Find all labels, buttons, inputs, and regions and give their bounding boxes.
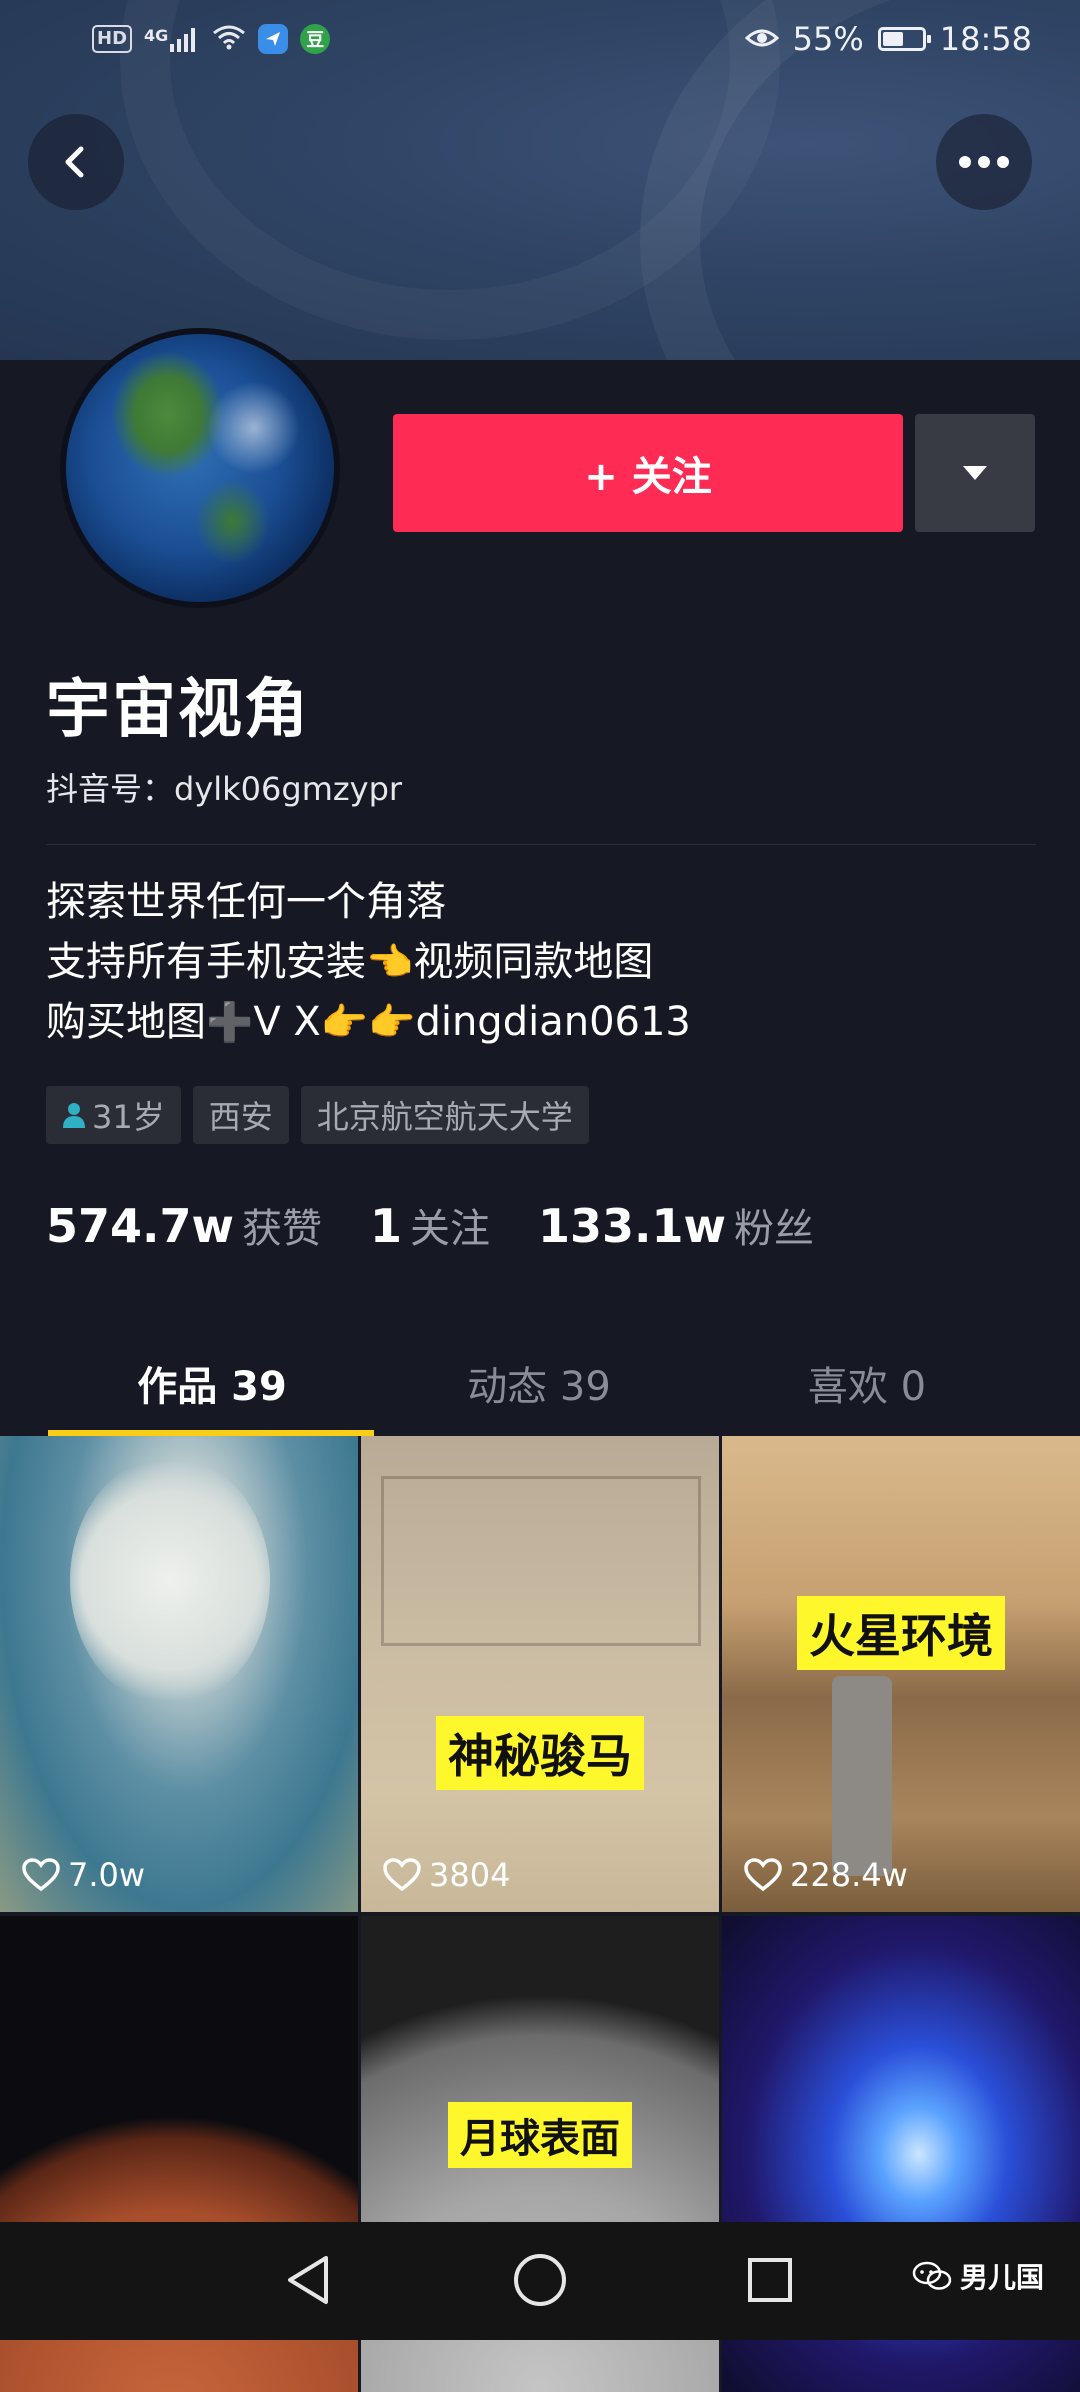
signal-icon: 4G	[144, 26, 200, 52]
like-count-text: 3804	[429, 1856, 511, 1894]
avatar[interactable]	[60, 328, 340, 608]
back-arrow-icon	[65, 146, 84, 178]
system-nav-bar: 男儿国	[0, 2222, 1080, 2340]
watermark-text: 男儿国	[959, 2261, 1044, 2294]
age-tag: 31岁	[46, 1086, 181, 1144]
video-caption: 月球表面	[448, 2102, 632, 2168]
tab-works[interactable]: 作品 39	[0, 1330, 424, 1436]
city-tag: 西安	[192, 1086, 289, 1144]
thumbnail-image	[381, 1476, 701, 1646]
back-button[interactable]	[28, 114, 124, 210]
bio-line: 购买地图➕V X👉👉dingdian0613	[46, 992, 691, 1052]
pointing-right-icon: 👉👉	[320, 1000, 416, 1044]
triangle-back-icon	[288, 2256, 328, 2304]
bio-line: 支持所有手机安装👈视频同款地图	[46, 932, 691, 992]
more-dots-icon	[959, 156, 1009, 168]
like-count: 3804	[383, 1856, 510, 1894]
recommend-dropdown-button[interactable]	[915, 414, 1035, 532]
video-caption: 神秘骏马	[436, 1716, 644, 1790]
like-count: 7.0w	[22, 1856, 145, 1894]
bio-text: 探索世界任何一个角落	[46, 879, 446, 925]
video-thumbnail[interactable]: 神秘骏马 3804	[361, 1436, 719, 1912]
profile-name: 宇宙视角	[46, 673, 310, 747]
more-button[interactable]	[936, 114, 1032, 210]
hd-icon: HD	[92, 25, 133, 53]
bio-text: 购买地图	[46, 999, 206, 1045]
content-tabs: 作品 39 动态 39 喜欢 0	[0, 1330, 1080, 1436]
square-recents-icon	[748, 2258, 792, 2302]
tencent-app-icon	[258, 24, 289, 54]
status-bar: HD 4G 豆 55% 18:58	[0, 0, 1080, 86]
likes-count: 574.7w	[46, 1199, 234, 1253]
person-icon	[63, 1103, 85, 1128]
bio-text: dingdian0613	[415, 999, 691, 1045]
followers-label[interactable]: 粉丝	[734, 1196, 814, 1254]
thumbnail-image	[832, 1676, 892, 1876]
tab-activity[interactable]: 动态 39	[424, 1330, 654, 1436]
watermark: 男儿国	[912, 2256, 1044, 2296]
following-label[interactable]: 关注	[410, 1196, 490, 1254]
follow-button[interactable]: + 关注	[393, 414, 903, 532]
battery-icon	[877, 27, 931, 51]
douban-app-icon: 豆	[300, 24, 331, 54]
like-count-text: 228.4w	[790, 1856, 908, 1894]
douyin-id[interactable]: 抖音号：dylk06gmzypr	[46, 764, 402, 810]
divider	[46, 844, 1036, 845]
bio-text: 支持所有手机安装	[46, 939, 366, 985]
wifi-icon	[212, 24, 246, 54]
nav-back-button[interactable]	[268, 2240, 348, 2320]
triangle-down-icon	[963, 466, 987, 480]
following-count[interactable]: 1	[370, 1199, 402, 1253]
clock: 18:58	[939, 20, 1032, 58]
heart-icon	[22, 1858, 60, 1892]
eye-icon	[744, 20, 779, 58]
tab-likes[interactable]: 喜欢 0	[654, 1330, 1080, 1436]
bio: 探索世界任何一个角落 支持所有手机安装👈视频同款地图 购买地图➕V X👉👉din…	[46, 872, 691, 1052]
status-left: HD 4G 豆	[92, 24, 331, 54]
school-tag: 北京航空航天大学	[300, 1086, 589, 1144]
heart-icon	[744, 1858, 782, 1892]
profile-tags: 31岁 西安 北京航空航天大学	[46, 1086, 589, 1144]
earth-avatar-image	[66, 334, 334, 602]
thumbnail-image	[70, 1456, 270, 1706]
network-type: 4G	[144, 26, 169, 45]
nav-recents-button[interactable]	[730, 2240, 810, 2320]
wechat-icon	[912, 2261, 952, 2290]
video-thumbnail[interactable]: 7.0w	[0, 1436, 358, 1912]
video-caption: 火星环境	[797, 1596, 1005, 1670]
age-text: 31岁	[92, 1098, 165, 1136]
likes-label: 获赞	[242, 1206, 322, 1252]
plus-emoji-icon: ➕	[206, 1000, 254, 1044]
video-thumbnail[interactable]: 火星环境 228.4w	[722, 1436, 1080, 1912]
bio-line: 探索世界任何一个角落	[46, 872, 691, 932]
battery-percent: 55%	[792, 20, 864, 58]
bio-text: 视频同款地图	[413, 939, 654, 985]
followers-count[interactable]: 133.1w	[538, 1199, 726, 1253]
circle-home-icon	[514, 2254, 566, 2306]
status-right: 55% 18:58	[744, 20, 1032, 58]
profile-stats: 574.7w 获赞 1 关注 133.1w 粉丝	[46, 1196, 814, 1254]
nav-home-button[interactable]	[500, 2240, 580, 2320]
like-count: 228.4w	[744, 1856, 908, 1894]
bio-text: V X	[253, 999, 321, 1045]
heart-icon	[383, 1858, 421, 1892]
pointing-hand-icon: 👈	[366, 940, 414, 984]
like-count-text: 7.0w	[68, 1856, 146, 1894]
